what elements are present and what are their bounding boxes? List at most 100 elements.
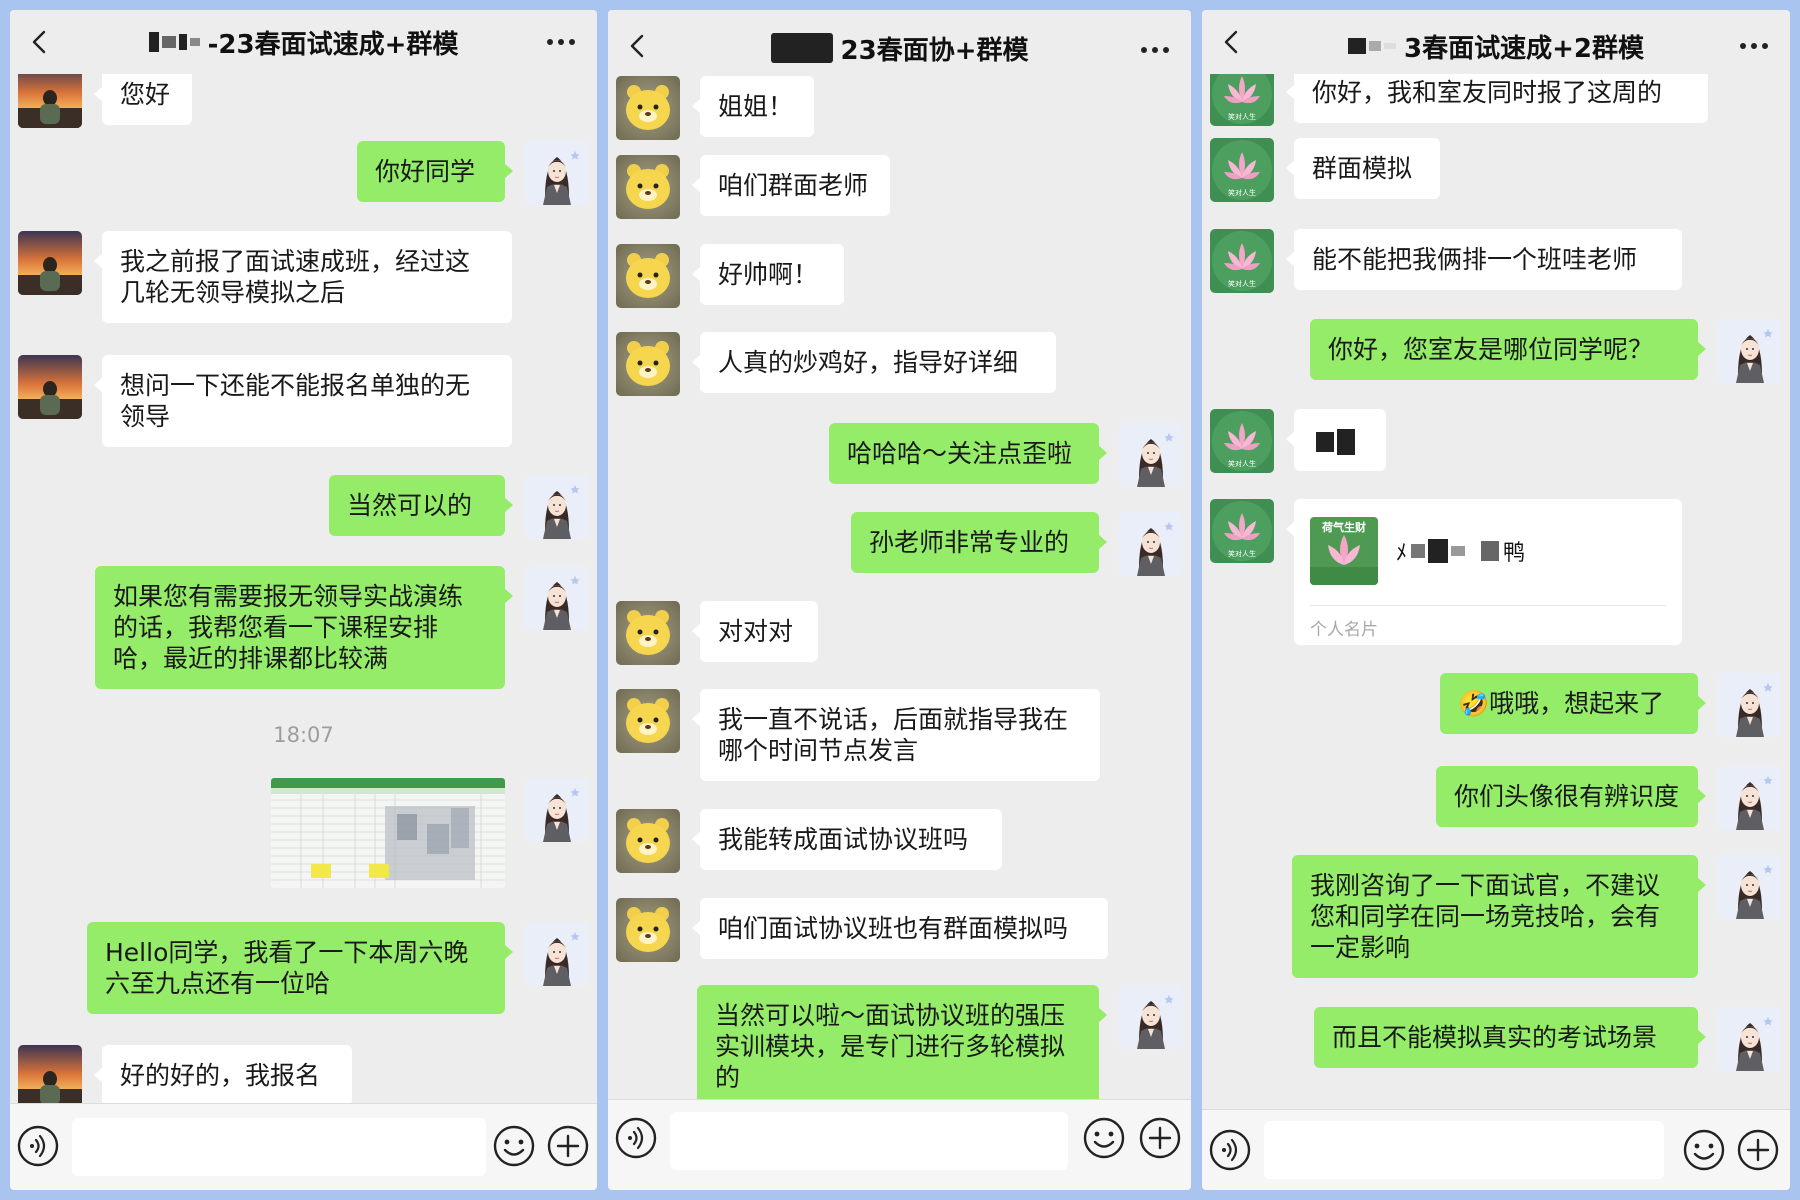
girl-avatar[interactable] [1718, 319, 1782, 383]
contact-card[interactable]: 荷气生财 ﾒ 鸭 个人名片 [1286, 499, 1682, 645]
lotus-avatar[interactable] [1210, 138, 1274, 202]
message-bubble[interactable]: 我一直不说话，后面就指导我在哪个时间节点发言 [692, 689, 1100, 781]
message-bubble[interactable]: 人真的炒鸡好，指导好详细 [692, 332, 1056, 393]
chat-header: 23春面协+群模 [608, 10, 1191, 74]
girl-avatar[interactable] [1718, 1007, 1782, 1071]
message-input[interactable] [1264, 1121, 1664, 1179]
plus-icon[interactable] [546, 1124, 590, 1168]
message-bubble[interactable]: 姐姐！ [692, 76, 814, 137]
lotus-avatar[interactable] [1210, 229, 1274, 293]
contact-card-name: ﾒ 鸭 [1396, 539, 1526, 566]
chat-input-bar [1202, 1109, 1790, 1190]
girl-avatar[interactable] [525, 566, 589, 630]
more-icon[interactable] [1738, 36, 1770, 56]
redacted-mosaic [1348, 38, 1397, 54]
message-bubble[interactable]: 咱们群面老师 [692, 155, 890, 216]
voice-icon[interactable] [614, 1116, 658, 1160]
chat-panel-1: 您好 你好同学 我之前报了面试速成班，经过这几轮无领导模拟之后 想问一下还能不能… [10, 10, 597, 1190]
chat-title-text: -23春面试速成+群模 [207, 29, 459, 60]
sunset-avatar[interactable] [18, 1045, 82, 1109]
bear-avatar[interactable] [616, 155, 680, 219]
message-bubble[interactable]: Hello同学，我看了一下本周六晚六至九点还有一位哈 [87, 922, 513, 1014]
back-icon[interactable] [28, 30, 52, 54]
message-bubble[interactable]: 能不能把我俩排一个班哇老师 [1286, 229, 1682, 290]
message-bubble[interactable]: 你们头像很有辨识度 [1436, 766, 1706, 827]
girl-avatar[interactable] [525, 475, 589, 539]
emoji-icon[interactable] [1682, 1128, 1726, 1172]
message-list[interactable]: 姐姐！ 咱们群面老师 好帅啊！ 人真的炒鸡好，指导好详细 哈哈哈～关注点歪啦 孙… [608, 10, 1191, 1190]
girl-avatar[interactable] [525, 922, 589, 986]
message-list[interactable]: 您好 你好同学 我之前报了面试速成班，经过这几轮无领导模拟之后 想问一下还能不能… [10, 10, 597, 1190]
sunset-avatar[interactable] [18, 355, 82, 419]
bear-avatar[interactable] [616, 809, 680, 873]
message-bubble[interactable]: 当然可以啦～面试协议班的强压实训模块，是专门进行多轮模拟的 [697, 985, 1107, 1108]
message-bubble[interactable]: 当然可以的 [329, 475, 513, 536]
chat-title: 23春面协+群模 [668, 16, 1131, 80]
message-bubble[interactable]: 我刚咨询了一下面试官，不建议您和同学在同一场竞技哈，会有一定影响 [1292, 855, 1706, 978]
plus-icon[interactable] [1138, 1116, 1182, 1160]
girl-avatar[interactable] [1718, 673, 1782, 737]
message-bubble[interactable]: 如果您有需要报无领导实战演练的话，我帮您看一下课程安排哈，最近的排课都比较满 [95, 566, 513, 689]
girl-avatar[interactable] [1718, 855, 1782, 919]
message-bubble[interactable]: 你好同学 [357, 141, 513, 202]
bear-avatar[interactable] [616, 898, 680, 962]
bear-avatar[interactable] [616, 601, 680, 665]
message-bubble[interactable]: 而且不能模拟真实的考试场景 [1314, 1007, 1706, 1068]
chat-input-bar [10, 1103, 597, 1190]
redacted-message-bubble[interactable] [1286, 409, 1386, 471]
lotus-avatar[interactable] [1210, 409, 1274, 473]
bear-avatar[interactable] [616, 244, 680, 308]
bear-avatar[interactable] [616, 76, 680, 140]
message-bubble[interactable]: 好的好的，我报名 [94, 1045, 352, 1106]
chat-panel-3: 你好，我和室友同时报了这周的 群面模拟 能不能把我俩排一个班哇老师 你好，您室友… [1202, 10, 1790, 1190]
chat-title-text: 23春面协+群模 [840, 35, 1029, 66]
girl-avatar[interactable] [525, 778, 589, 842]
chat-panel-2: 姐姐！ 咱们群面老师 好帅啊！ 人真的炒鸡好，指导好详细 哈哈哈～关注点歪啦 孙… [608, 10, 1191, 1190]
girl-avatar[interactable] [1119, 512, 1183, 576]
redacted-mosaic [1316, 429, 1355, 455]
voice-icon[interactable] [1208, 1128, 1252, 1172]
chat-title: -23春面试速成+群模 [70, 10, 537, 74]
message-bubble[interactable]: 🤣哦哦，想起来了 [1440, 673, 1706, 734]
message-bubble[interactable]: 我之前报了面试速成班，经过这几轮无领导模拟之后 [94, 231, 512, 323]
bear-avatar[interactable] [616, 689, 680, 753]
back-icon[interactable] [626, 34, 650, 58]
message-bubble[interactable]: 哈哈哈～关注点歪啦 [829, 423, 1107, 484]
emoji-icon[interactable] [492, 1124, 536, 1168]
chat-header: 3春面试速成+2群模 [1202, 10, 1790, 74]
lotus-avatar[interactable] [1210, 499, 1274, 563]
sunset-avatar[interactable] [18, 231, 82, 295]
message-bubble[interactable]: 咱们面试协议班也有群面模拟吗 [692, 898, 1108, 959]
girl-avatar[interactable] [1718, 766, 1782, 830]
message-input[interactable] [72, 1118, 486, 1176]
emoji-icon[interactable] [1082, 1116, 1126, 1160]
message-bubble[interactable]: 对对对 [692, 601, 818, 662]
more-icon[interactable] [545, 32, 577, 52]
message-bubble[interactable]: 好帅啊！ [692, 244, 844, 305]
message-bubble[interactable]: 群面模拟 [1286, 138, 1440, 199]
bear-avatar[interactable] [616, 332, 680, 396]
message-bubble[interactable]: 你好，您室友是哪位同学呢？ [1310, 319, 1706, 380]
girl-avatar[interactable] [525, 141, 589, 205]
plus-icon[interactable] [1736, 1128, 1780, 1172]
chat-title-text: 3春面试速成+2群模 [1404, 33, 1644, 64]
back-icon[interactable] [1220, 30, 1244, 54]
message-input[interactable] [670, 1112, 1068, 1170]
chat-input-bar [608, 1099, 1191, 1190]
message-list[interactable]: 你好，我和室友同时报了这周的 群面模拟 能不能把我俩排一个班哇老师 你好，您室友… [1202, 10, 1790, 1190]
message-bubble[interactable]: 我能转成面试协议班吗 [692, 809, 1002, 870]
message-bubble[interactable]: 孙老师非常专业的 [851, 512, 1107, 573]
chat-title: 3春面试速成+2群模 [1262, 14, 1730, 78]
redacted-mosaic [1411, 539, 1500, 563]
divider [1310, 605, 1666, 606]
chat-header: -23春面试速成+群模 [10, 10, 597, 74]
message-timestamp: 18:07 [273, 723, 334, 747]
contact-card-type-label: 个人名片 [1310, 620, 1378, 640]
schedule-table-thumbnail[interactable] [271, 778, 505, 888]
girl-avatar[interactable] [1119, 423, 1183, 487]
message-bubble[interactable]: 想问一下还能不能报名单独的无领导 [94, 355, 512, 447]
voice-icon[interactable] [16, 1124, 60, 1168]
more-icon[interactable] [1139, 40, 1171, 60]
redacted-mosaic [148, 32, 200, 52]
girl-avatar[interactable] [1119, 985, 1183, 1049]
